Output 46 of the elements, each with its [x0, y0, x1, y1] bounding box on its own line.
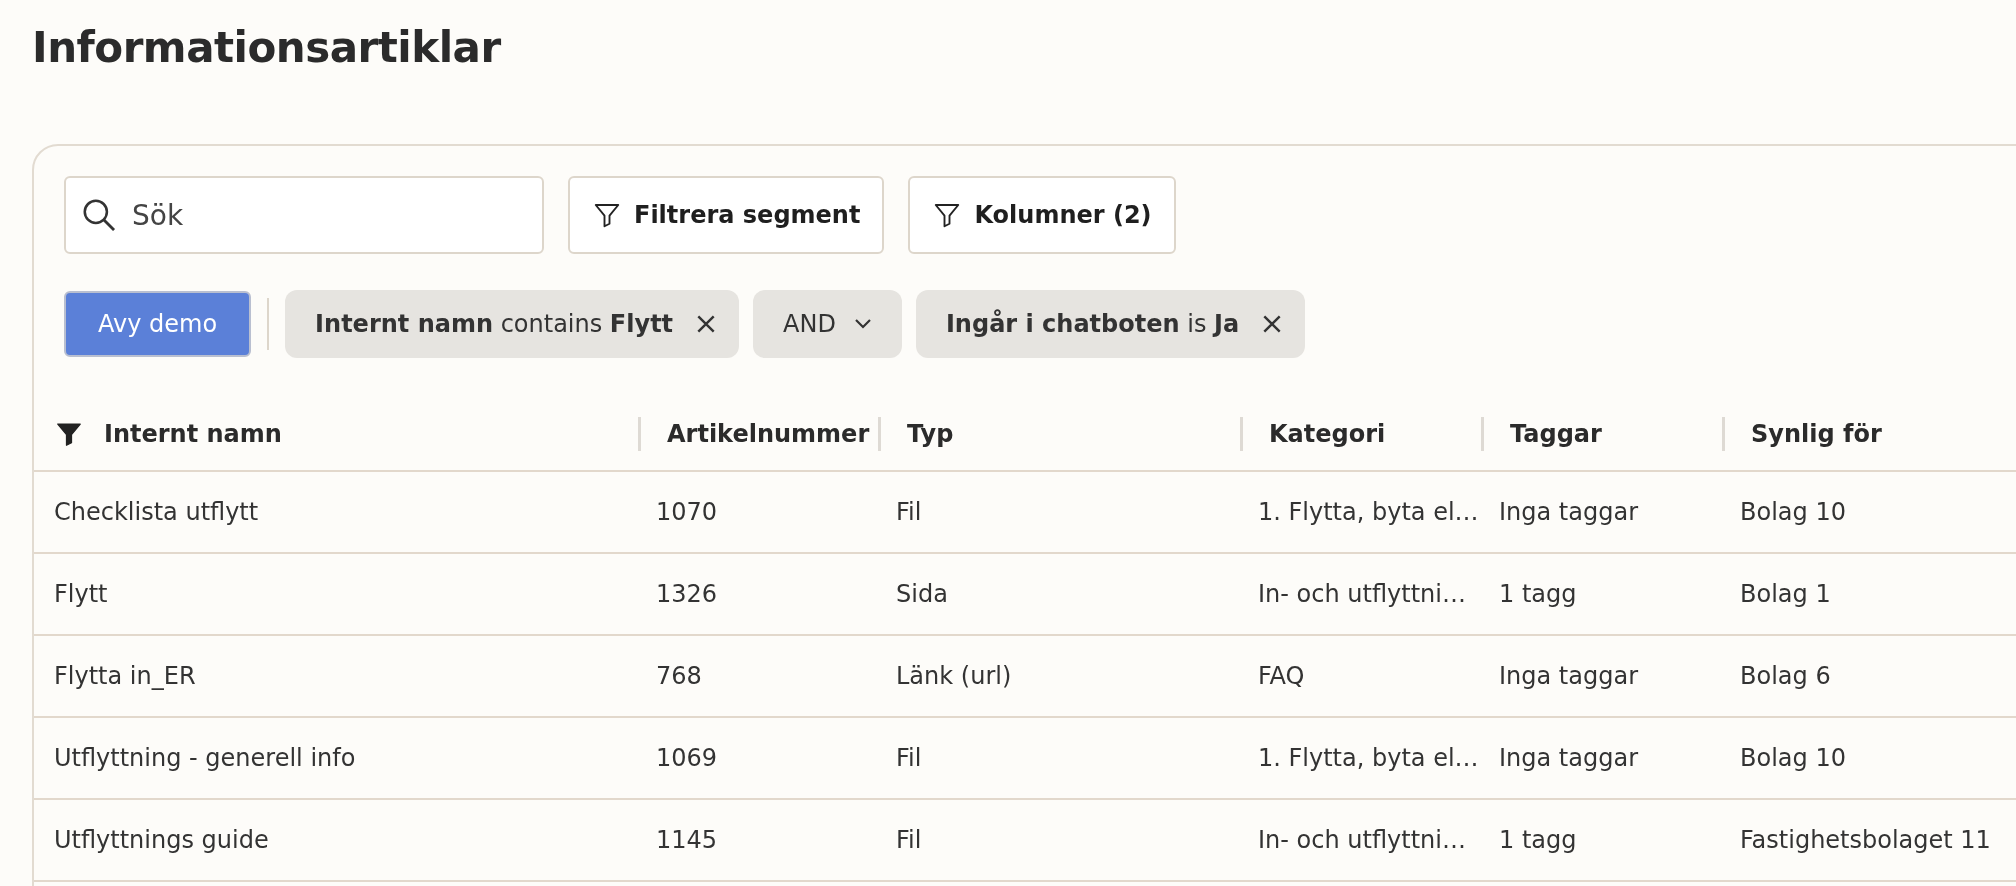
column-header[interactable]: Synlig för — [1751, 420, 1882, 448]
column-header[interactable]: Artikelnummer — [667, 420, 870, 448]
filter-segment-button[interactable]: Filtrera segment — [568, 176, 885, 254]
column-header[interactable]: Internt namn — [104, 420, 282, 448]
table-cell: 1. Flytta, byta el… — [1258, 498, 1479, 526]
table-cell: FAQ — [1258, 662, 1305, 690]
table-cell: Bolag 10 — [1740, 744, 1846, 772]
columns-button[interactable]: Kolumner (2) — [908, 176, 1176, 254]
table-cell: 1326 — [656, 580, 718, 608]
column-header[interactable]: Kategori — [1269, 420, 1386, 448]
table-cell: Flytta in_ER — [54, 662, 196, 690]
table-cell: Fil — [896, 498, 922, 526]
table-cell: Inga taggar — [1499, 498, 1639, 526]
table-cell: Fastighetsbolaget 11 — [1740, 826, 1991, 854]
table-cell: Utflyttnings guide — [54, 826, 269, 854]
table-cell: In- och utflyttni… — [1258, 826, 1466, 854]
operator-dropdown[interactable]: AND — [753, 290, 902, 358]
search-icon — [80, 196, 118, 234]
table-cell: Inga taggar — [1499, 662, 1639, 690]
table-cell: 1 tagg — [1499, 580, 1577, 608]
table-cell: 1 tagg — [1499, 826, 1577, 854]
table-cell: Utflyttning - generell info — [54, 744, 356, 772]
table-cell: Fil — [896, 826, 922, 854]
table-cell: In- och utflyttni… — [1258, 580, 1466, 608]
filter-text: Ingår i chatboten is Ja — [945, 310, 1240, 338]
table-cell: Inga taggar — [1499, 744, 1639, 772]
table-cell: Flytt — [54, 580, 108, 608]
column-header[interactable]: Typ — [907, 420, 954, 448]
table-cell: 1. Flytta, byta el… — [1258, 744, 1479, 772]
page-title: Informationsartiklar — [32, 22, 501, 74]
table-cell: 1145 — [656, 826, 718, 854]
table-cell: Bolag 6 — [1740, 662, 1831, 690]
table-cell: 1069 — [656, 744, 718, 772]
table-cell: Bolag 10 — [1740, 498, 1846, 526]
table-cell: 768 — [656, 662, 702, 690]
table-cell: Sida — [896, 580, 948, 608]
table-cell: Fil — [896, 744, 922, 772]
view-button[interactable]: Avy demo — [64, 291, 252, 357]
table-cell: 1070 — [656, 498, 718, 526]
search-field[interactable]: Sök — [64, 176, 544, 254]
table-cell: Länk (url) — [896, 662, 1012, 690]
table-cell: Checklista utflytt — [54, 498, 259, 526]
filter-text: Internt namn contains Flytt — [315, 310, 674, 338]
caret-icon — [853, 318, 872, 330]
table-cell: Bolag 1 — [1740, 580, 1831, 608]
column-header[interactable]: Taggar — [1510, 420, 1602, 448]
